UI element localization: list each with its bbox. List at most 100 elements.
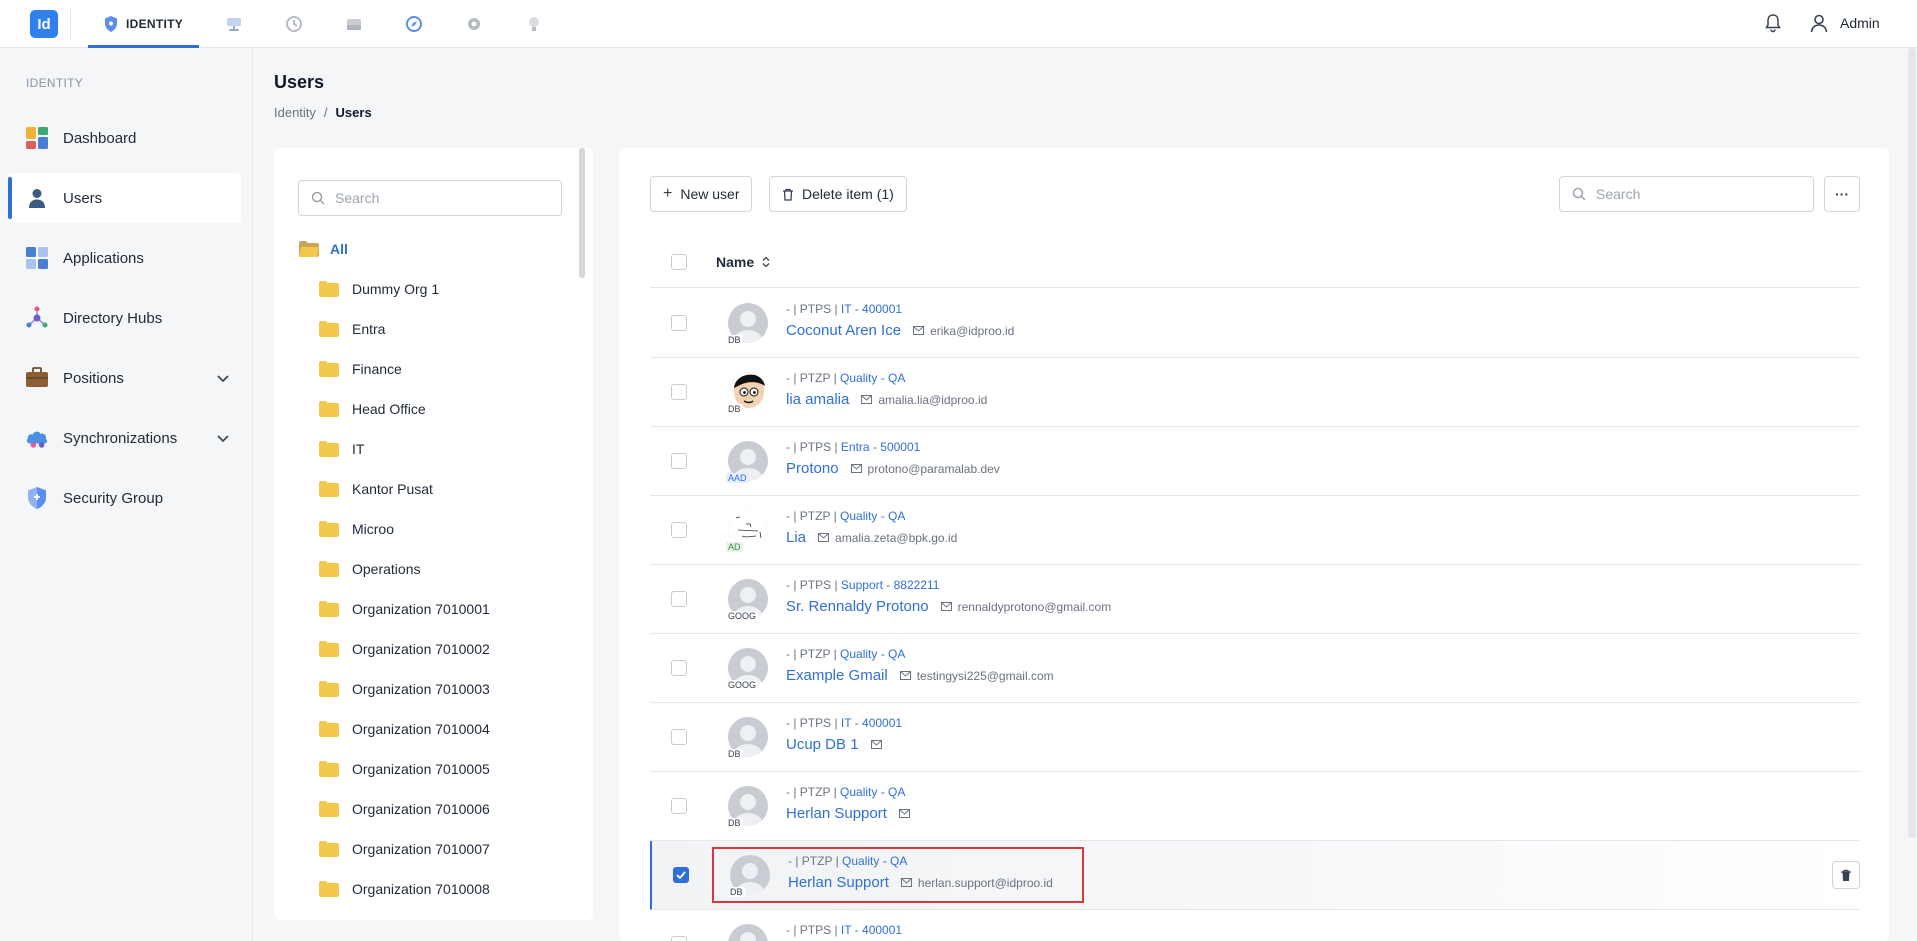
breadcrumb-separator: / — [323, 105, 328, 120]
row-checkbox[interactable] — [671, 660, 687, 676]
sort-icon — [762, 256, 770, 267]
table-row[interactable]: DB - | PTZP | Quality - QA Herlan Support h… — [650, 841, 1860, 910]
monitor-icon[interactable] — [223, 13, 245, 35]
user-name-link[interactable]: lia amalia — [786, 391, 849, 408]
selection-highlight-box — [712, 847, 1084, 903]
delete-item-button[interactable]: Delete item (1) — [769, 176, 907, 212]
drive-icon[interactable] — [343, 13, 365, 35]
table-row[interactable]: DB- | PTPS | IT - 400001Ucup DB 1ucupdb2… — [650, 910, 1860, 941]
row-checkbox[interactable] — [671, 591, 687, 607]
new-user-button[interactable]: + New user — [650, 176, 753, 212]
folder-icon — [319, 281, 339, 297]
user-org[interactable]: IT - 400001 — [841, 716, 902, 730]
table-row[interactable]: GOOG - | PTPS | Support - 8822211 Sr. Renn… — [650, 565, 1860, 634]
user-search-input[interactable]: Search — [1559, 176, 1814, 212]
tree-item-label: Organization 7010001 — [352, 601, 490, 617]
table-row[interactable]: DB - | PTPS | IT - 400001 Ucup DB 1 — [650, 703, 1860, 772]
sidebar-item-dashboard[interactable]: Dashboard — [8, 113, 241, 163]
row-checkbox[interactable] — [671, 936, 687, 941]
source-badge: DB — [726, 749, 743, 759]
row-checkbox[interactable] — [671, 522, 687, 538]
bulb-icon[interactable] — [523, 13, 545, 35]
tree-item-all[interactable]: All — [298, 234, 348, 264]
page-scrollbar[interactable] — [1908, 48, 1916, 838]
user-search-placeholder: Search — [1596, 186, 1641, 202]
row-checkbox[interactable] — [673, 867, 689, 883]
user-org[interactable]: IT - 400001 — [841, 302, 902, 316]
select-all-checkbox[interactable] — [671, 253, 687, 270]
user-menu[interactable]: Admin — [1808, 12, 1880, 34]
user-org[interactable]: IT - 400001 — [841, 923, 902, 937]
user-name-link[interactable]: Sr. Rennaldy Protono — [786, 598, 929, 615]
tree-item-folder[interactable]: Kantor Pusat — [318, 474, 433, 504]
user-meta-prefix: - | PTPS | — [786, 716, 841, 730]
app-logo[interactable]: Id — [30, 10, 58, 38]
tree-item-folder[interactable]: Organization 7010002 — [318, 634, 490, 664]
row-delete-button[interactable] — [1832, 861, 1860, 889]
user-name-link[interactable]: Example Gmail — [786, 667, 888, 684]
sidebar-item-security-group[interactable]: Security Group — [8, 473, 241, 523]
user-org[interactable]: Support - 8822211 — [841, 578, 940, 592]
tree-item-label: Organization 7010002 — [352, 641, 490, 657]
more-options-button[interactable]: ··· — [1824, 176, 1860, 212]
user-name-link[interactable]: Protono — [786, 460, 839, 477]
row-checkbox[interactable] — [671, 315, 687, 331]
sidebar-item-applications[interactable]: Applications — [8, 233, 241, 283]
tree-item-folder[interactable]: Finance — [318, 354, 402, 384]
table-row[interactable]: DB - | PTZP | Quality - QA Herlan Support — [650, 772, 1860, 841]
user-meta-prefix: - | PTZP | — [786, 647, 841, 661]
name-column-header[interactable]: Name — [716, 254, 770, 270]
tree-item-folder[interactable]: Organization 7010005 — [318, 754, 490, 784]
folder-icon — [319, 321, 339, 337]
user-name-link[interactable]: Lia — [786, 529, 806, 546]
row-checkbox[interactable] — [671, 384, 687, 400]
row-checkbox[interactable] — [671, 729, 687, 745]
tree-item-folder[interactable]: Head Office — [318, 394, 426, 424]
row-checkbox[interactable] — [671, 798, 687, 814]
user-org[interactable]: Quality - QA — [840, 647, 905, 661]
sidebar-item-synchronizations[interactable]: Synchronizations — [8, 413, 241, 463]
tree-item-folder[interactable]: Organization 7010006 — [318, 794, 490, 824]
compass-icon[interactable] — [403, 13, 425, 35]
user-org[interactable]: Quality - QA — [840, 371, 905, 385]
tab-identity[interactable]: IDENTITY — [88, 0, 200, 48]
tree-item-label: Entra — [352, 321, 386, 337]
user-name-link[interactable]: Coconut Aren Ice — [786, 322, 901, 339]
sidebar-item-users[interactable]: Users — [8, 173, 241, 223]
tree-item-folder[interactable]: Organization 7010007 — [318, 834, 490, 864]
table-row[interactable]: GOOG - | PTZP | Quality - QA Example Gmail… — [650, 634, 1860, 703]
breadcrumb-identity[interactable]: Identity — [274, 105, 316, 120]
tree-item-folder[interactable]: Organization 7010003 — [318, 674, 490, 704]
tree-item-label: All — [330, 241, 348, 257]
tree-item-folder[interactable]: Organization 7010008 — [318, 874, 490, 904]
tree-item-folder[interactable]: IT — [318, 434, 364, 464]
sidebar-item-directory-hubs[interactable]: Directory Hubs — [8, 293, 241, 343]
tree-scrollbar[interactable] — [579, 148, 585, 278]
user-org[interactable]: Quality - QA — [840, 785, 905, 799]
tree-search-input[interactable]: Search — [298, 180, 562, 216]
table-row[interactable]: AAD - | PTPS | Entra - 500001 Protono proto… — [650, 427, 1860, 496]
chevron-down-icon[interactable] — [217, 430, 229, 447]
tree-item-folder[interactable]: Microo — [318, 514, 394, 544]
source-badge: DB — [726, 404, 743, 414]
gear-icon[interactable] — [463, 13, 485, 35]
chevron-down-icon[interactable] — [217, 370, 229, 387]
user-org[interactable]: Entra - 500001 — [841, 440, 920, 454]
user-name-link[interactable]: Herlan Support — [786, 805, 887, 822]
table-row[interactable]: DB - | PTZP | Quality - QA lia amalia amali… — [650, 358, 1860, 427]
user-name-link[interactable]: Ucup DB 1 — [786, 736, 859, 753]
history-icon[interactable] — [283, 13, 305, 35]
tree-item-folder[interactable]: Entra — [318, 314, 385, 344]
tree-item-label: Organization 7010006 — [352, 801, 490, 817]
bell-icon[interactable] — [1762, 12, 1784, 37]
tree-item-folder[interactable]: Dummy Org 1 — [318, 274, 439, 304]
user-org[interactable]: Quality - QA — [840, 509, 905, 523]
sidebar-item-positions[interactable]: Positions — [8, 353, 241, 403]
tree-item-folder[interactable]: Operations — [318, 554, 420, 584]
row-checkbox[interactable] — [671, 453, 687, 469]
tree-item-folder[interactable]: Organization 7010001 — [318, 594, 490, 624]
table-row[interactable]: AD - | PTZP | Quality - QA Lia amalia.zeta@… — [650, 496, 1860, 565]
table-row[interactable]: DB - | PTPS | IT - 400001 Coconut Aren Ice… — [650, 289, 1860, 358]
divider — [70, 8, 71, 40]
tree-item-folder[interactable]: Organization 7010004 — [318, 714, 490, 744]
